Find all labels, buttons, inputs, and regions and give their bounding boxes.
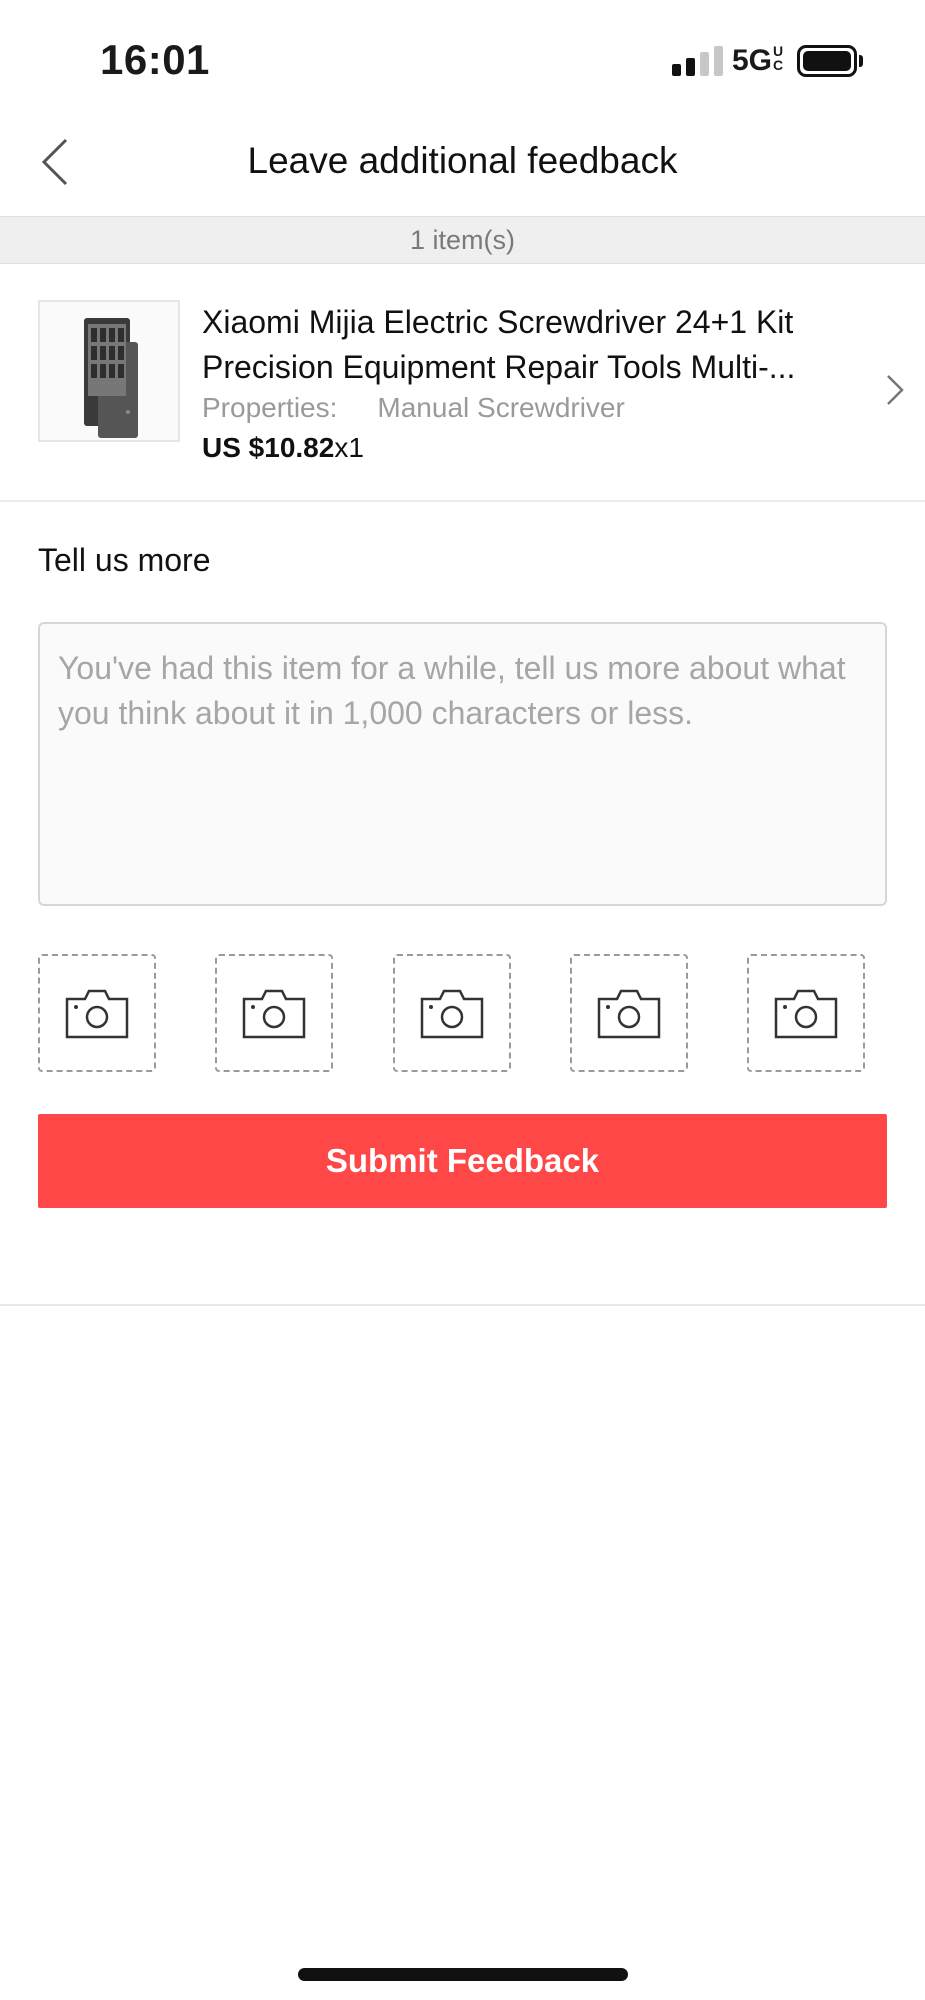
properties-label: Properties: [202, 392, 338, 423]
photo-upload-slot-1[interactable] [38, 954, 156, 1072]
navigation-header: Leave additional feedback [0, 110, 925, 216]
properties-value: Manual Screwdriver [377, 392, 625, 423]
camera-icon [420, 989, 484, 1039]
tell-us-more-label: Tell us more [38, 542, 211, 578]
product-properties: Properties: Manual Screwdriver [202, 392, 625, 424]
home-indicator[interactable] [298, 1968, 628, 1981]
product-price-line: US $10.82x1 [202, 432, 364, 464]
photo-upload-slot-3[interactable] [393, 954, 511, 1072]
photo-upload-slot-4[interactable] [570, 954, 688, 1072]
cellular-signal-icon [672, 46, 724, 76]
chevron-right-icon [887, 375, 904, 405]
photo-upload-slot-5[interactable] [747, 954, 865, 1072]
network-type: 5GUC [732, 43, 784, 77]
status-bar: 16:01 5GUC [0, 0, 925, 110]
items-count: 1 item(s) [0, 216, 925, 264]
photo-upload-row [38, 954, 887, 1072]
product-price: US $10.82 [202, 432, 335, 463]
camera-icon [65, 989, 129, 1039]
product-quantity: x1 [334, 432, 364, 463]
camera-icon [242, 989, 306, 1039]
page-title: Leave additional feedback [247, 140, 678, 181]
product-title: Xiaomi Mijia Electric Screwdriver 24+1 K… [202, 304, 796, 385]
camera-icon [774, 989, 838, 1039]
battery-tip [859, 55, 863, 67]
product-thumbnail [38, 300, 180, 442]
divider [0, 1304, 925, 1306]
product-card[interactable]: Xiaomi Mijia Electric Screwdriver 24+1 K… [0, 264, 925, 502]
status-time: 16:01 [100, 36, 210, 83]
feedback-textarea[interactable] [38, 622, 887, 906]
submit-feedback-button[interactable]: Submit Feedback [38, 1114, 887, 1208]
camera-icon [597, 989, 661, 1039]
photo-upload-slot-2[interactable] [215, 954, 333, 1072]
battery-icon [797, 45, 857, 77]
